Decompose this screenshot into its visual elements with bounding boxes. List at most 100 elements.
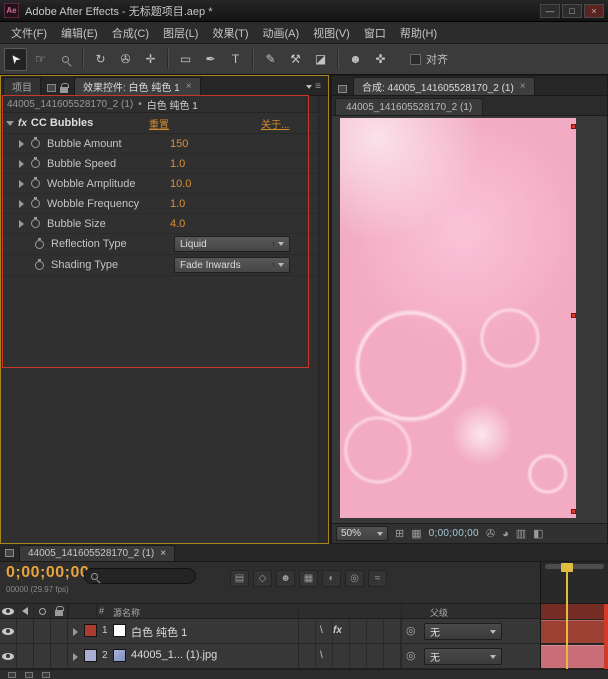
breadcrumb-comp-name[interactable]: 44005_141605528170_2 (1) [7,99,133,110]
panel-menu-button[interactable]: ≡ [301,81,326,95]
puppet-pin-tool[interactable]: ✜ [369,48,392,71]
hide-shy-layers-icon[interactable]: ☻ [276,570,295,587]
stopwatch-icon[interactable] [35,261,44,270]
layer-bar[interactable] [541,645,608,668]
region-of-interest-icon[interactable]: ◧ [533,527,543,540]
close-icon[interactable]: × [186,81,192,92]
about-link[interactable]: 关于... [261,116,289,131]
timeline-search-input[interactable] [103,571,189,582]
viewer-tab[interactable]: 44005_141605528170_2 (1) [335,98,483,115]
type-tool[interactable]: T [224,48,247,71]
roto-brush-tool[interactable]: ☻ [344,48,367,71]
comp-mini-flowchart-icon[interactable]: ▤ [230,570,249,587]
timeline-search[interactable] [84,568,196,584]
expand-transfer-controls-icon[interactable] [25,672,33,678]
stopwatch-icon[interactable] [31,199,40,208]
minimize-button[interactable]: — [540,4,560,18]
layer-handle[interactable] [571,124,576,129]
selection-tool[interactable]: ➤ [4,48,27,71]
property-value[interactable]: 4.0 [170,218,185,230]
lock-icon[interactable] [60,87,68,93]
resolution-icon[interactable]: ▥ [516,527,526,540]
reset-link[interactable]: 重置 [149,116,169,131]
audio-toggle[interactable] [17,644,34,668]
frame-blending-icon[interactable]: ▦ [299,570,318,587]
layer-row[interactable]: 2 44005_1... (1).jpg \ ◎ 无 [0,644,608,669]
restore-button[interactable]: □ [562,4,582,18]
eraser-tool[interactable]: ◪ [309,48,332,71]
show-channel-icon[interactable]: ◕ [502,528,509,540]
timeline-track-area[interactable] [540,562,608,669]
visibility-toggle[interactable] [0,619,17,643]
property-value[interactable]: 150 [170,138,188,150]
clone-stamp-tool[interactable]: ⚒ [284,48,307,71]
twirl-right-icon[interactable] [19,180,24,188]
audio-toggle[interactable] [17,619,34,643]
column-number[interactable]: # [99,606,104,616]
menu-edit[interactable]: 编辑(E) [54,22,105,44]
rotate-tool[interactable]: ↻ [89,48,112,71]
stopwatch-icon[interactable] [31,139,40,148]
label-color-swatch[interactable] [84,649,97,662]
solo-toggle[interactable] [34,644,51,668]
comp-timecode[interactable]: 0;00;00;00 [429,528,479,539]
snapshot-camera-icon[interactable]: ✇ [486,527,495,540]
twirl-right-icon[interactable] [73,653,78,661]
menu-view[interactable]: 视图(V) [306,22,357,44]
graph-editor-icon[interactable]: ≈ [368,570,387,587]
composition-viewer[interactable] [332,116,607,523]
twirl-right-icon[interactable] [19,140,24,148]
twirl-right-icon[interactable] [19,200,24,208]
composition-image[interactable] [340,118,576,518]
twirl-right-icon[interactable] [19,160,24,168]
property-value[interactable]: 1.0 [170,158,185,170]
close-icon[interactable]: × [520,81,526,92]
visibility-toggle[interactable] [0,644,17,668]
current-time-display[interactable]: 0;00;00;00 [6,564,89,582]
close-button[interactable]: × [584,4,604,18]
grid-guides-icon[interactable]: ▦ [411,527,421,540]
property-value[interactable]: 1.0 [170,198,185,210]
align-checkbox[interactable] [410,54,421,65]
draft-3d-icon[interactable]: ◇ [253,570,272,587]
fx-switch[interactable]: fx [333,625,342,636]
parent-dropdown[interactable]: 无 [424,623,502,640]
close-icon[interactable]: × [160,548,166,559]
auto-keyframe-icon[interactable]: ◎ [345,570,364,587]
zoom-level-dropdown[interactable]: 50% [336,526,388,541]
pickwhip-icon[interactable]: ◎ [406,649,416,662]
scrollbar-track[interactable] [318,96,328,543]
pen-tool[interactable]: ✒ [199,48,222,71]
motion-blur-icon[interactable]: ◐ [322,570,341,587]
lock-toggle[interactable] [51,619,68,643]
stopwatch-icon[interactable] [35,240,44,249]
reflection-type-dropdown[interactable]: Liquid [174,236,290,252]
camera-tool[interactable]: ✇ [114,48,137,71]
menu-window[interactable]: 窗口 [357,22,393,44]
timeline-tab[interactable]: 44005_141605528170_2 (1) × [19,545,175,561]
layer-bar[interactable] [541,620,608,643]
tab-composition[interactable]: 合成: 44005_141605528170_2 (1) × [353,77,535,95]
quality-switch[interactable]: \ [320,650,323,661]
shading-type-dropdown[interactable]: Fade Inwards [174,257,290,273]
stopwatch-icon[interactable] [31,179,40,188]
quality-switch[interactable]: \ [320,625,323,636]
fx-badge[interactable]: fx [18,118,27,129]
column-parent[interactable]: 父级 [430,606,448,619]
property-value[interactable]: 10.0 [170,178,191,190]
twirl-right-icon[interactable] [19,220,24,228]
layer-handle[interactable] [571,313,576,318]
expand-layer-switches-icon[interactable] [8,672,16,678]
layer-name[interactable]: 44005_1... (1).jpg [131,649,217,661]
tab-project[interactable]: 项目 [3,77,41,95]
solo-toggle[interactable] [34,619,51,643]
pickwhip-icon[interactable]: ◎ [406,624,416,637]
twirl-down-icon[interactable] [6,121,14,126]
parent-dropdown[interactable]: 无 [424,648,502,665]
rect-tool[interactable]: ▭ [174,48,197,71]
menu-file[interactable]: 文件(F) [4,22,54,44]
stopwatch-icon[interactable] [31,159,40,168]
time-navigator[interactable] [545,564,604,569]
lock-toggle[interactable] [51,644,68,668]
label-color-swatch[interactable] [84,624,97,637]
